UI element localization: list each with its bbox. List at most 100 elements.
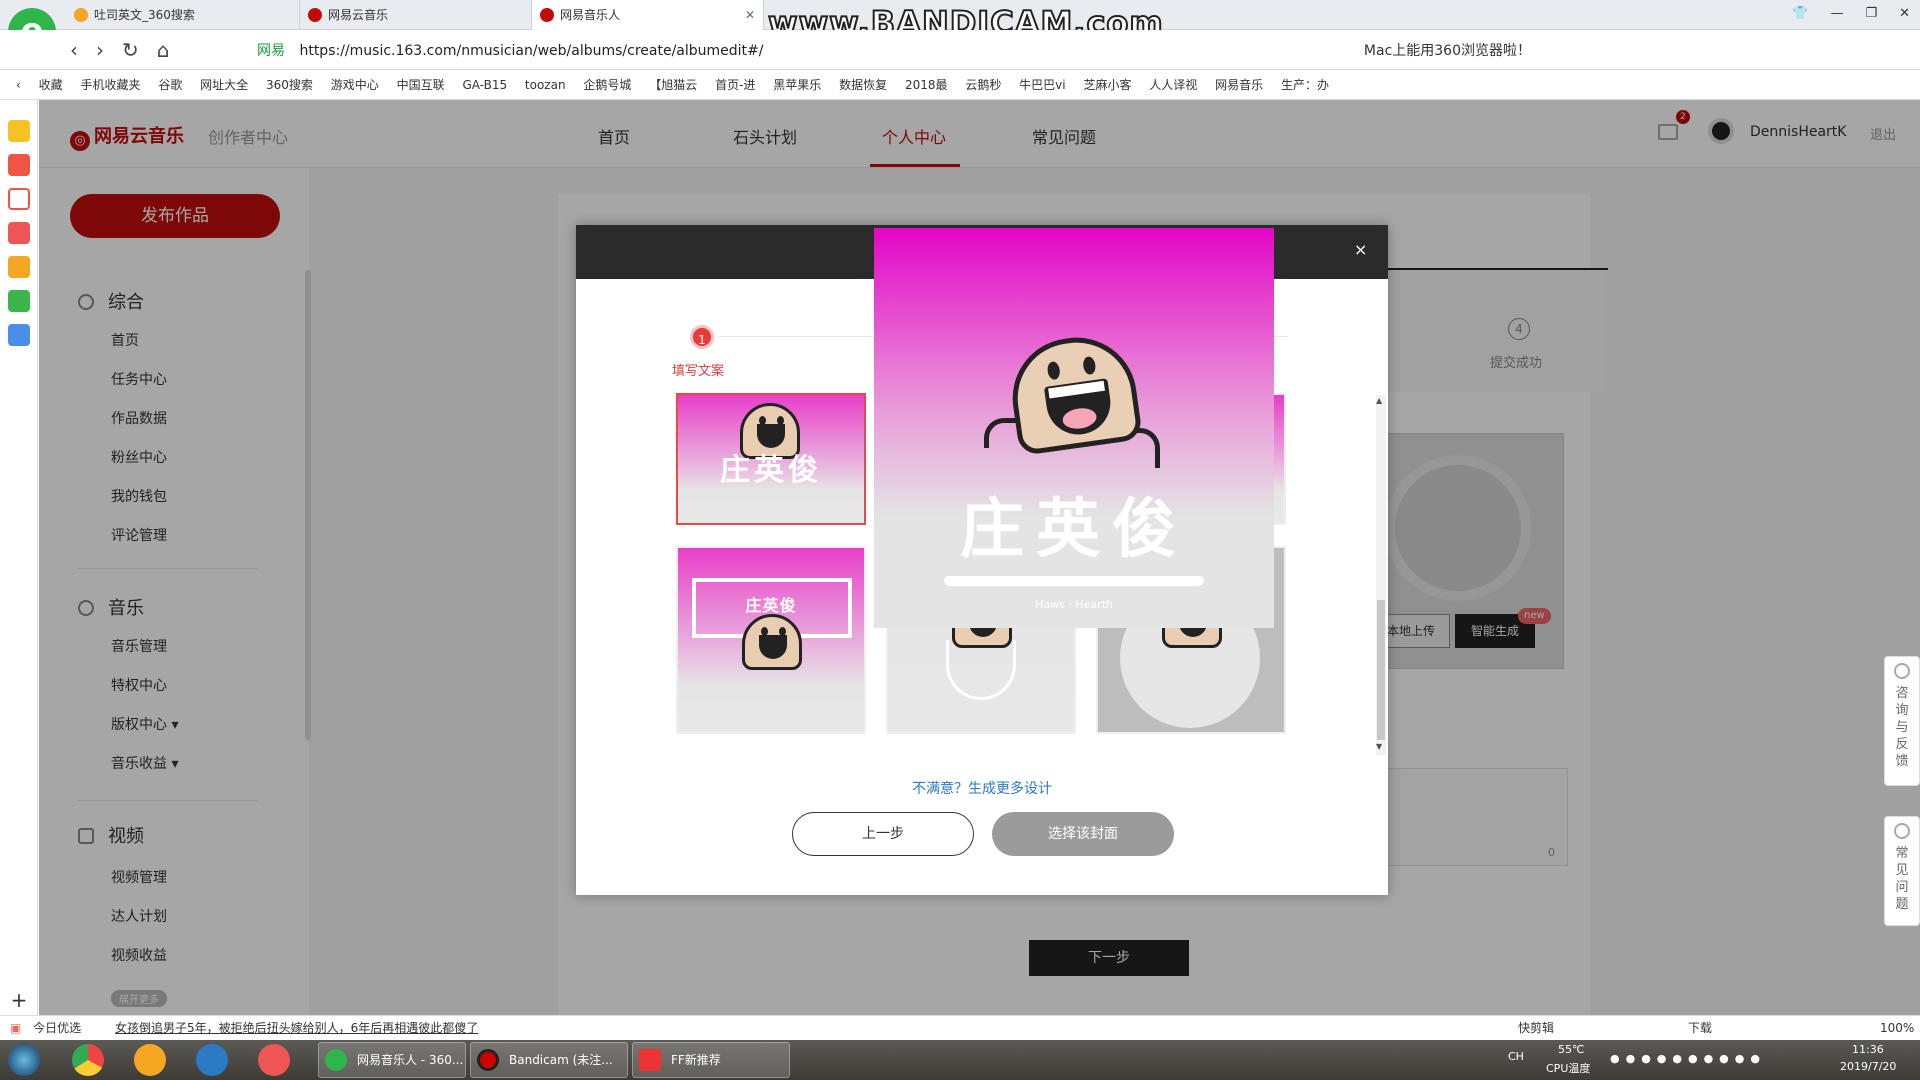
- home-icon[interactable]: ⌂: [157, 38, 170, 62]
- bookmark-item[interactable]: 谷歌: [158, 78, 182, 92]
- taskbar-app-label: FF新推荐: [671, 1053, 721, 1067]
- browser-tab-active[interactable]: 网易音乐人 ✕: [532, 0, 764, 30]
- browser-tab-label: 网易音乐人: [560, 8, 621, 22]
- document-icon[interactable]: [8, 324, 30, 346]
- browser-tab[interactable]: 网易云音乐: [300, 0, 532, 30]
- bookmark-item[interactable]: 芝麻小客: [1083, 78, 1131, 92]
- cpu-temp: 55℃: [1558, 1043, 1585, 1056]
- favorites-star-icon[interactable]: [8, 120, 30, 142]
- modal-scroll-thumb[interactable]: [1377, 600, 1385, 740]
- restore-icon[interactable]: ❐: [1865, 6, 1877, 21]
- clock-date[interactable]: 2019/7/20: [1840, 1060, 1896, 1073]
- weibo-icon[interactable]: [8, 154, 30, 176]
- choose-cover-button[interactable]: 选择该封面: [992, 812, 1174, 856]
- bookmark-item[interactable]: 【旭猫云: [649, 78, 697, 92]
- browser-tab-label: 网易云音乐: [328, 8, 389, 22]
- close-icon[interactable]: ×: [1354, 240, 1367, 259]
- recorder-icon[interactable]: [258, 1044, 290, 1076]
- cover-title: 庄英俊: [720, 453, 822, 488]
- tray-icons[interactable]: ●●●●●●●●●●: [1610, 1052, 1766, 1065]
- bookmark-item[interactable]: 首页-进: [715, 78, 755, 92]
- preview-title: 庄英俊: [960, 493, 1188, 567]
- k-app-icon[interactable]: [196, 1044, 228, 1076]
- browser-tab[interactable]: 吐司英文_360搜索: [66, 0, 300, 30]
- minimize-icon[interactable]: —: [1830, 6, 1843, 21]
- taskbar-app-label: 网易音乐人 - 360...: [357, 1053, 464, 1067]
- url-site-badge: 网易: [257, 43, 285, 59]
- bookmark-item[interactable]: 生产：办: [1281, 78, 1329, 92]
- notes-icon[interactable]: [8, 256, 30, 278]
- bookmark-item[interactable]: toozan: [525, 78, 566, 92]
- mail-icon[interactable]: [8, 188, 30, 210]
- bookmark-item[interactable]: 人人译视: [1149, 78, 1197, 92]
- close-tab-icon[interactable]: ✕: [745, 0, 755, 30]
- bookmark-item[interactable]: 2018最: [905, 78, 948, 92]
- netease-favicon-icon: [540, 8, 554, 22]
- step1-label: 填写文案: [672, 364, 725, 379]
- bookmark-item[interactable]: 云鹅秒: [965, 78, 1001, 92]
- brush-stroke: [944, 576, 1204, 586]
- browser-side-strip: +: [0, 100, 38, 1015]
- taskbar-app-label: Bandicam (未注...: [509, 1053, 613, 1067]
- feedback-float-button[interactable]: 咨询与反馈: [1884, 656, 1920, 786]
- cover-option[interactable]: 庄英俊: [676, 546, 866, 734]
- input-language[interactable]: CH: [1508, 1050, 1524, 1063]
- preview-subtitle: Haws · Hearth: [1035, 598, 1113, 611]
- add-icon[interactable]: +: [8, 990, 30, 1012]
- daily-picks-label[interactable]: 今日优选: [33, 1021, 81, 1035]
- start-icon[interactable]: [8, 1044, 40, 1076]
- chrome-icon[interactable]: [72, 1044, 104, 1076]
- gift-icon: ▣: [10, 1021, 22, 1035]
- cover-preview: 庄英俊 Haws · Hearth: [874, 228, 1274, 628]
- app-icon[interactable]: [134, 1044, 166, 1076]
- skin-icon[interactable]: 👕: [1792, 6, 1808, 21]
- news-ticker[interactable]: 女孩倒追男子5年，被拒绝后扭头嫁给别人，6年后再相遇彼此都傻了: [115, 1021, 478, 1035]
- close-window-icon[interactable]: ✕: [1899, 6, 1910, 21]
- url-promo-text[interactable]: Mac上能用360浏览器啦！: [1364, 37, 1531, 65]
- bookmark-item[interactable]: 中国互联: [397, 78, 445, 92]
- bandicam-icon: [477, 1049, 499, 1071]
- bookmark-item[interactable]: 收藏: [39, 78, 63, 92]
- download-label[interactable]: 下载: [1688, 1016, 1712, 1041]
- ff-icon: [639, 1049, 661, 1071]
- forward-icon[interactable]: ›: [96, 38, 104, 62]
- bookmark-item[interactable]: 360搜索: [266, 78, 313, 92]
- collapse-icon[interactable]: ‹: [16, 78, 21, 92]
- bookmark-item[interactable]: 手机收藏夹: [80, 78, 140, 92]
- taskbar-app[interactable]: 网易音乐人 - 360...: [318, 1042, 466, 1078]
- bookmark-item[interactable]: 黑苹果乐: [773, 78, 821, 92]
- bookmark-item[interactable]: 网易音乐: [1215, 78, 1263, 92]
- bookmark-item[interactable]: 牛巴巴vi: [1019, 78, 1065, 92]
- address-bar[interactable]: 网易 https://music.163.com/nmusician/web/a…: [236, 36, 1552, 64]
- laurel-icon: [946, 640, 1016, 700]
- toast-character-icon: [1004, 329, 1144, 457]
- quick-edit-label[interactable]: 快剪辑: [1518, 1016, 1554, 1041]
- more-designs-link[interactable]: 不满意？生成更多设计: [912, 778, 1052, 798]
- cover-title: 庄英俊: [745, 596, 797, 615]
- back-icon[interactable]: ‹: [70, 38, 78, 62]
- scroll-down-icon[interactable]: ▼: [1376, 742, 1382, 751]
- search-favicon-icon: [74, 8, 88, 22]
- clock-time[interactable]: 11:36: [1852, 1043, 1884, 1056]
- url-text[interactable]: https://music.163.com/nmusician/web/albu…: [299, 43, 763, 59]
- bookmark-item[interactable]: 游戏中心: [331, 78, 379, 92]
- feedback-label: 咨询与反馈: [1895, 686, 1909, 769]
- bookmark-item[interactable]: GA-B15: [462, 78, 507, 92]
- refresh-icon[interactable]: ↻: [122, 38, 139, 62]
- step1-number: 1: [690, 325, 714, 349]
- faq-float-button[interactable]: 常见问题: [1884, 816, 1920, 926]
- prev-step-button[interactable]: 上一步: [792, 812, 974, 856]
- game-icon[interactable]: [8, 222, 30, 244]
- bookmark-item[interactable]: 数据恢复: [839, 78, 887, 92]
- scroll-up-icon[interactable]: ▲: [1376, 396, 1382, 405]
- bookmark-item[interactable]: 网址大全: [200, 78, 248, 92]
- browser-tab-label: 吐司英文_360搜索: [94, 8, 195, 22]
- taskbar-app[interactable]: FF新推荐: [632, 1042, 790, 1078]
- video-icon[interactable]: [8, 290, 30, 312]
- cover-option-selected[interactable]: 庄英俊: [676, 393, 866, 525]
- bookmark-item[interactable]: 企鹅号城: [583, 78, 631, 92]
- zoom-level[interactable]: 100%: [1880, 1016, 1914, 1041]
- taskbar-app[interactable]: Bandicam (未注...: [470, 1042, 628, 1078]
- window-controls: 👕 — ❐ ✕: [1770, 6, 1910, 21]
- feedback-icon: [1894, 663, 1910, 679]
